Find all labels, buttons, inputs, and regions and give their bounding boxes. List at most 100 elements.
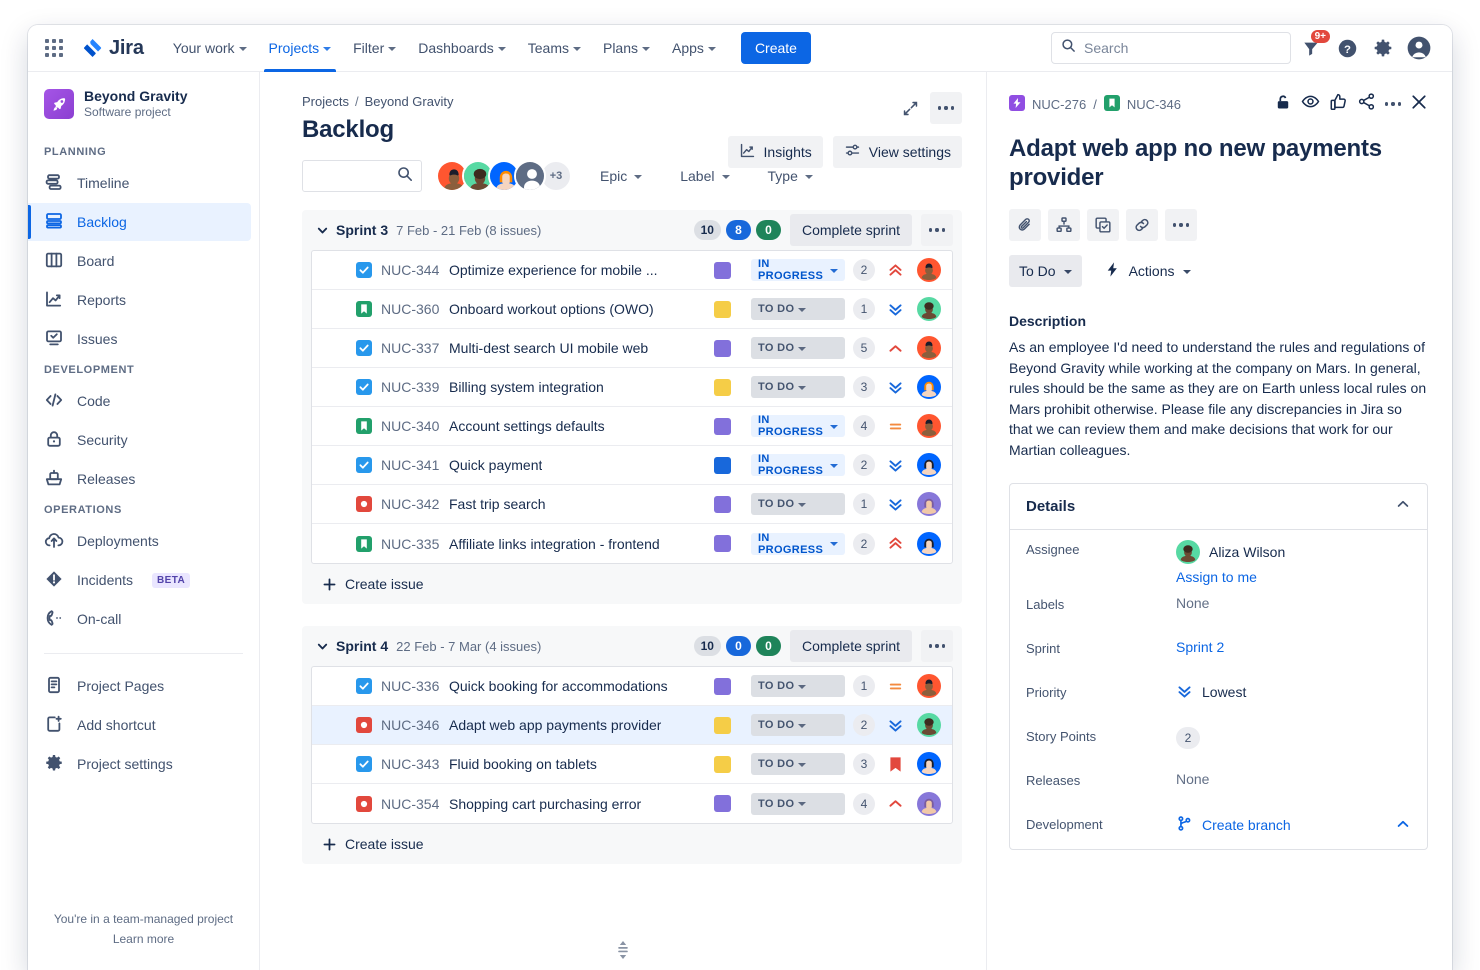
- like-icon[interactable]: [1329, 92, 1348, 116]
- sidebar-item-project-settings[interactable]: Project settings: [28, 745, 251, 783]
- watch-icon[interactable]: [1301, 92, 1320, 116]
- nav-item-apps[interactable]: Apps: [661, 25, 727, 72]
- lock-icon[interactable]: [1274, 93, 1292, 116]
- details-card-header[interactable]: Details: [1010, 484, 1427, 530]
- epic-color-swatch[interactable]: [714, 340, 731, 357]
- issue-key[interactable]: NUC-335: [381, 536, 449, 552]
- assignee-avatar[interactable]: [917, 492, 941, 516]
- expand-button[interactable]: [894, 92, 926, 124]
- sidebar-item-reports[interactable]: Reports: [28, 281, 251, 319]
- breadcrumb-project[interactable]: Beyond Gravity: [365, 94, 454, 109]
- detail-more-icon[interactable]: [1385, 102, 1401, 105]
- assignee-avatar[interactable]: [917, 453, 941, 477]
- field-value[interactable]: None: [1176, 771, 1209, 787]
- sidebar-item-add-shortcut[interactable]: Add shortcut: [28, 706, 251, 744]
- more-tools-button[interactable]: [1165, 209, 1197, 241]
- issue-key[interactable]: NUC-336: [381, 678, 449, 694]
- jira-logo[interactable]: Jira: [82, 37, 144, 60]
- nav-item-filter[interactable]: Filter: [342, 25, 407, 72]
- sidebar-item-project-pages[interactable]: Project Pages: [28, 667, 251, 705]
- settings-button[interactable]: [1367, 32, 1399, 64]
- issue-key[interactable]: NUC-344: [381, 262, 449, 278]
- close-icon[interactable]: [1410, 93, 1428, 116]
- sprint-more-button[interactable]: [921, 214, 953, 246]
- sidebar-item-issues[interactable]: Issues: [28, 320, 251, 358]
- issue-key[interactable]: NUC-337: [381, 340, 449, 356]
- help-button[interactable]: ?: [1331, 32, 1363, 64]
- backlog-search-input[interactable]: [311, 168, 397, 184]
- create-issue-button[interactable]: Create issue: [302, 564, 962, 596]
- story-points-badge[interactable]: 2: [853, 533, 875, 555]
- chevron-up-icon[interactable]: [1395, 496, 1411, 517]
- breadcrumb-projects[interactable]: Projects: [302, 94, 349, 109]
- panel-resize-handle[interactable]: [615, 939, 631, 966]
- epic-color-swatch[interactable]: [714, 301, 731, 318]
- complete-sprint-button[interactable]: Complete sprint: [790, 214, 912, 246]
- epic-color-swatch[interactable]: [714, 457, 731, 474]
- backlog-search[interactable]: [302, 160, 422, 192]
- issue-key[interactable]: NUC-342: [381, 496, 449, 512]
- issue-status-chip[interactable]: TO DO: [751, 793, 845, 815]
- issue-status-chip[interactable]: IN PROGRESS: [751, 454, 845, 476]
- epic-color-swatch[interactable]: [714, 756, 731, 773]
- issue-row[interactable]: NUC-346 Adapt web app payments provider …: [312, 706, 952, 745]
- assignee-avatar[interactable]: [917, 375, 941, 399]
- assign-to-me-link[interactable]: Assign to me: [1176, 569, 1285, 585]
- project-header[interactable]: Beyond Gravity Software project: [28, 88, 259, 120]
- story-points-badge[interactable]: 3: [853, 376, 875, 398]
- issue-status-chip[interactable]: IN PROGRESS: [751, 533, 845, 555]
- complete-sprint-button[interactable]: Complete sprint: [790, 630, 912, 662]
- sidebar-item-deployments[interactable]: Deployments: [28, 522, 251, 560]
- field-value[interactable]: None: [1176, 595, 1209, 611]
- issue-key[interactable]: NUC-346: [381, 717, 449, 733]
- issue-row[interactable]: NUC-342 Fast trip search TO DO 1: [312, 485, 952, 524]
- nav-item-dashboards[interactable]: Dashboards: [407, 25, 517, 72]
- issue-row[interactable]: NUC-340 Account settings defaults IN PRO…: [312, 407, 952, 446]
- more-options-button[interactable]: [930, 92, 962, 124]
- issue-status-chip[interactable]: IN PROGRESS: [751, 415, 845, 437]
- issue-key[interactable]: NUC-339: [381, 379, 449, 395]
- insights-button[interactable]: Insights: [728, 136, 823, 168]
- notifications-button[interactable]: 9+: [1295, 32, 1327, 64]
- assignee-avatar[interactable]: [917, 258, 941, 282]
- chevron-down-icon[interactable]: [314, 638, 330, 654]
- issue-key[interactable]: NUC-343: [381, 756, 449, 772]
- sprint-more-button[interactable]: [921, 630, 953, 662]
- story-points-badge[interactable]: 2: [853, 714, 875, 736]
- issue-status-chip[interactable]: TO DO: [751, 298, 845, 320]
- epic-color-swatch[interactable]: [714, 678, 731, 695]
- sidebar-item-incidents[interactable]: IncidentsBETA: [28, 561, 251, 599]
- issue-row[interactable]: NUC-354 Shopping cart purchasing error T…: [312, 784, 952, 823]
- sprint-link[interactable]: Sprint 2: [1176, 639, 1224, 655]
- detail-issue-key[interactable]: NUC-346: [1127, 97, 1181, 112]
- nav-item-your-work[interactable]: Your work: [162, 25, 258, 72]
- add-child-issue-button[interactable]: [1048, 209, 1080, 241]
- filter-epic[interactable]: Epic: [590, 160, 652, 192]
- view-settings-button[interactable]: View settings: [833, 136, 962, 168]
- issue-row[interactable]: NUC-335 Affiliate links integration - fr…: [312, 524, 952, 563]
- issue-row[interactable]: NUC-343 Fluid booking on tablets TO DO 3: [312, 745, 952, 784]
- issue-row[interactable]: NUC-339 Billing system integration TO DO…: [312, 368, 952, 407]
- add-subtask-button[interactable]: [1087, 209, 1119, 241]
- epic-color-swatch[interactable]: [714, 795, 731, 812]
- issue-status-chip[interactable]: TO DO: [751, 753, 845, 775]
- detail-parent-key[interactable]: NUC-276: [1032, 97, 1086, 112]
- epic-color-swatch[interactable]: [714, 262, 731, 279]
- learn-more-link[interactable]: Learn more: [44, 931, 243, 948]
- share-icon[interactable]: [1357, 92, 1376, 116]
- issue-row[interactable]: NUC-336 Quick booking for accommodations…: [312, 667, 952, 706]
- chevron-down-icon[interactable]: [314, 222, 330, 238]
- sidebar-item-board[interactable]: Board: [28, 242, 251, 280]
- issue-status-dropdown[interactable]: To Do: [1009, 255, 1082, 287]
- story-points-value[interactable]: 2: [1176, 727, 1200, 749]
- issue-row[interactable]: NUC-337 Multi-dest search UI mobile web …: [312, 329, 952, 368]
- issue-key[interactable]: NUC-341: [381, 457, 449, 473]
- assignee-avatar[interactable]: [917, 713, 941, 737]
- issue-status-chip[interactable]: TO DO: [751, 675, 845, 697]
- chevron-up-icon[interactable]: [1395, 816, 1411, 835]
- issue-row[interactable]: NUC-360 Onboard workout options (OWO) TO…: [312, 290, 952, 329]
- issue-key[interactable]: NUC-354: [381, 796, 449, 812]
- issue-key[interactable]: NUC-340: [381, 418, 449, 434]
- epic-color-swatch[interactable]: [714, 535, 731, 552]
- story-points-badge[interactable]: 1: [853, 675, 875, 697]
